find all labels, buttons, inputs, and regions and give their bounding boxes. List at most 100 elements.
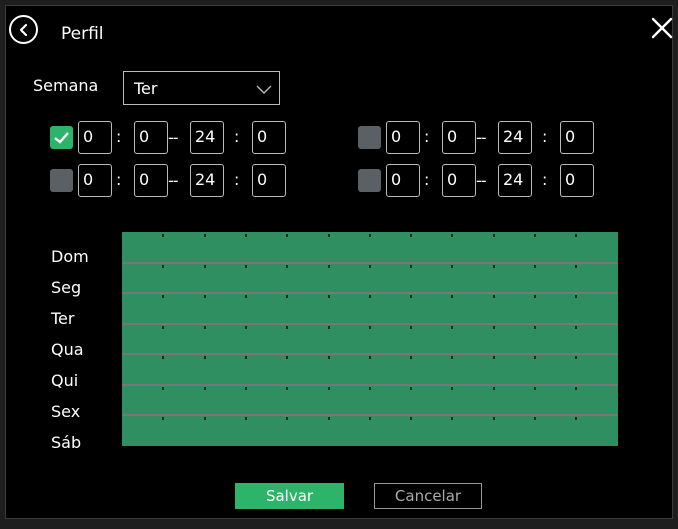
grid-row-divider: [122, 383, 618, 386]
grid-row-divider: [122, 322, 618, 325]
period-3-start-m-field[interactable]: 0: [442, 121, 476, 154]
hour-tick: [492, 234, 495, 237]
hour-tick: [327, 295, 330, 298]
hour-tick: [368, 325, 371, 329]
hour-tick: [575, 386, 578, 390]
hour-tick: [451, 356, 454, 359]
week-select[interactable]: Ter: [123, 71, 280, 105]
profile-dialog: Perfil Semana Ter 0 0 24 0: --:0 0 24 0: --:0 0 24…: [5, 5, 673, 519]
grid-row-divider: [122, 292, 618, 294]
hour-tick: [368, 417, 371, 420]
hour-tick: [492, 295, 495, 298]
hour-tick: [534, 386, 536, 390]
day-label-1: Dom: [51, 247, 89, 266]
cancel-button[interactable]: Cancelar: [374, 483, 482, 509]
hour-tick: [534, 234, 536, 237]
hour-tick: [492, 264, 495, 268]
period-1-end-h-field[interactable]: 24: [190, 121, 224, 154]
period-1-dash-separator: --: [168, 128, 179, 147]
period-2-start-h-field[interactable]: 0: [78, 164, 112, 197]
hour-tick: [203, 417, 206, 420]
period-4-checkbox[interactable]: [358, 169, 381, 192]
hour-tick: [162, 234, 165, 237]
hour-tick: [575, 325, 578, 329]
chevron-down-icon: [256, 85, 272, 94]
hour-tick: [451, 295, 454, 298]
period-2-end-m-field[interactable]: 0: [252, 164, 286, 197]
back-button[interactable]: [9, 15, 38, 44]
grid-row-divider: [122, 353, 618, 355]
chevron-left-icon: [19, 23, 27, 36]
hour-tick: [410, 356, 413, 359]
hour-tick: [451, 325, 454, 329]
hour-tick: [244, 417, 247, 420]
hour-tick: [203, 356, 206, 359]
hour-tick: [327, 234, 330, 237]
day-label-4: Qua: [51, 340, 84, 359]
hour-tick: [410, 234, 413, 237]
period-1-colon-separator: :: [234, 127, 240, 146]
hour-tick: [162, 386, 165, 390]
period-4-end-m-field[interactable]: 0: [560, 164, 594, 197]
hour-tick: [286, 356, 289, 359]
hour-tick: [327, 356, 330, 359]
hour-tick: [327, 417, 330, 420]
hour-tick: [203, 386, 206, 390]
period-1-start-m-field[interactable]: 0: [134, 121, 168, 154]
day-label-7: Sáb: [51, 433, 82, 452]
period-3-start-h-field[interactable]: 0: [386, 121, 420, 154]
hour-tick: [368, 264, 371, 268]
period-1-colon-separator: :: [116, 127, 122, 146]
hour-tick: [162, 264, 165, 268]
hour-tick: [244, 234, 247, 237]
period-2-colon-separator: :: [116, 170, 122, 189]
grid-row-divider: [122, 414, 618, 416]
week-label: Semana: [33, 76, 99, 95]
hour-tick: [368, 234, 371, 237]
hour-tick: [203, 264, 206, 268]
save-button[interactable]: Salvar: [235, 483, 344, 509]
hour-tick: [534, 325, 536, 329]
hour-tick: [534, 295, 536, 298]
period-3-end-h-field[interactable]: 24: [498, 121, 532, 154]
hour-tick: [203, 325, 206, 329]
hour-tick: [451, 234, 454, 237]
checkmark-icon: [54, 132, 69, 144]
hour-tick: [162, 325, 165, 329]
period-4-start-m-field[interactable]: 0: [442, 164, 476, 197]
period-4-start-h-field[interactable]: 0: [386, 164, 420, 197]
hour-tick: [203, 234, 206, 237]
period-2-start-m-field[interactable]: 0: [134, 164, 168, 197]
hour-tick: [244, 295, 247, 298]
period-2-end-h-field[interactable]: 24: [190, 164, 224, 197]
dialog-title: Perfil: [61, 24, 104, 44]
hour-tick: [492, 417, 495, 420]
period-4-colon-separator: :: [424, 170, 430, 189]
hour-tick: [492, 325, 495, 329]
period-4-end-h-field[interactable]: 24: [498, 164, 532, 197]
period-1-end-m-field[interactable]: 0: [252, 121, 286, 154]
period-3-colon-separator: :: [542, 127, 548, 146]
hour-tick: [410, 386, 413, 390]
day-label-3: Ter: [51, 309, 75, 328]
hour-tick: [410, 264, 413, 268]
period-3-end-m-field[interactable]: 0: [560, 121, 594, 154]
period-3-dash-separator: --: [476, 128, 487, 147]
hour-tick: [534, 417, 536, 420]
period-4-colon-separator: :: [542, 170, 548, 189]
hour-tick: [534, 264, 536, 268]
hour-tick: [534, 356, 536, 359]
hour-tick: [244, 264, 247, 268]
hour-tick: [410, 295, 413, 298]
hour-tick: [451, 386, 454, 390]
period-2-checkbox[interactable]: [50, 169, 73, 192]
period-3-checkbox[interactable]: [358, 126, 381, 149]
hour-tick: [575, 295, 578, 298]
period-3-colon-separator: :: [424, 127, 430, 146]
period-1-checkbox[interactable]: [50, 126, 73, 149]
period-2-colon-separator: :: [234, 170, 240, 189]
close-button[interactable]: [650, 16, 674, 40]
hour-tick: [244, 386, 247, 390]
period-1-start-h-field[interactable]: 0: [78, 121, 112, 154]
schedule-grid[interactable]: [122, 232, 618, 446]
